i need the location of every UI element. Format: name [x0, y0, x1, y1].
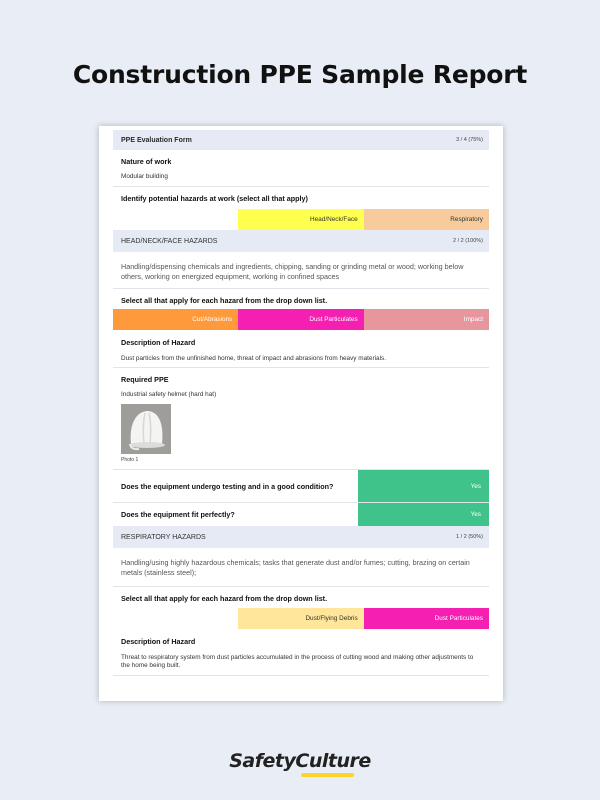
hazard-chip-flying-debris[interactable]: Dust/Flying Debris	[238, 608, 364, 629]
testing-answer[interactable]: Yes	[358, 470, 489, 502]
fit-question: Does the equipment fit perfectly?	[121, 510, 235, 519]
hazard-chip-impact[interactable]: Impact	[363, 309, 489, 330]
hard-hat-photo[interactable]	[121, 404, 171, 454]
hazards-question: Identify potential hazards at work (sele…	[121, 194, 308, 203]
hazard-chip-dust[interactable]: Dust Particulates	[238, 309, 364, 330]
section-title: HEAD/NECK/FACE HAZARDS	[121, 237, 218, 245]
hazard-description-value: Threat to respiratory system from dust p…	[121, 654, 474, 669]
section-score: 2 / 2 (100%)	[453, 238, 483, 244]
fit-answer[interactable]: Yes	[358, 503, 489, 526]
brand-underline	[301, 773, 354, 777]
hard-hat-icon	[121, 404, 171, 454]
testing-question: Does the equipment undergo testing and i…	[121, 481, 334, 491]
hazards-selected: Head/Neck/Face Respiratory	[113, 209, 489, 230]
required-ppe-value: Industrial safety helmet (hard hat)	[121, 391, 217, 398]
fit-row: Does the equipment fit perfectly? Yes	[113, 502, 489, 526]
select-hazards-label: Select all that apply for each hazard fr…	[121, 296, 328, 305]
section-header-head: HEAD/NECK/FACE HAZARDS 2 / 2 (100%)	[113, 230, 489, 252]
brand-name: SafetyCulture	[229, 750, 371, 772]
hazard-chip-cut[interactable]: Cut/Abrasions	[113, 309, 239, 330]
nature-of-work-value: Modular building	[121, 173, 168, 180]
hazard-description-label: Description of Hazard	[121, 637, 196, 646]
required-ppe-label: Required PPE	[121, 375, 169, 384]
hazard-description-label: Description of Hazard	[121, 338, 196, 347]
form-score: 3 / 4 (75%)	[456, 137, 483, 143]
hazard-chip-respiratory[interactable]: Respiratory	[363, 209, 489, 230]
brand-logo: SafetyCulture	[0, 750, 600, 777]
section-description: Handling/using highly hazardous chemical…	[121, 558, 470, 577]
testing-row: Does the equipment undergo testing and i…	[113, 469, 489, 502]
section-description: Handling/dispensing chemicals and ingred…	[121, 262, 464, 281]
form-title: PPE Evaluation Form	[121, 136, 192, 144]
select-hazards-label: Select all that apply for each hazard fr…	[121, 594, 328, 603]
form-header: PPE Evaluation Form 3 / 4 (75%)	[113, 130, 489, 150]
hazard-chip-dust[interactable]: Dust Particulates	[363, 608, 489, 629]
hazard-chip-head[interactable]: Head/Neck/Face	[238, 209, 364, 230]
section-title: RESPIRATORY HAZARDS	[121, 533, 206, 541]
section-score: 1 / 2 (50%)	[456, 534, 483, 540]
hazard-description-value: Dust particles from the unfinished home,…	[121, 355, 386, 362]
nature-of-work-label: Nature of work	[121, 157, 172, 166]
hazard-chips: Cut/Abrasions Dust Particulates Impact	[113, 309, 489, 330]
page-title: Construction PPE Sample Report	[72, 60, 528, 89]
section-header-respiratory: RESPIRATORY HAZARDS 1 / 2 (50%)	[113, 526, 489, 548]
resp-hazard-chips: Dust/Flying Debris Dust Particulates	[113, 608, 489, 629]
report-document: PPE Evaluation Form 3 / 4 (75%) Nature o…	[99, 126, 503, 701]
